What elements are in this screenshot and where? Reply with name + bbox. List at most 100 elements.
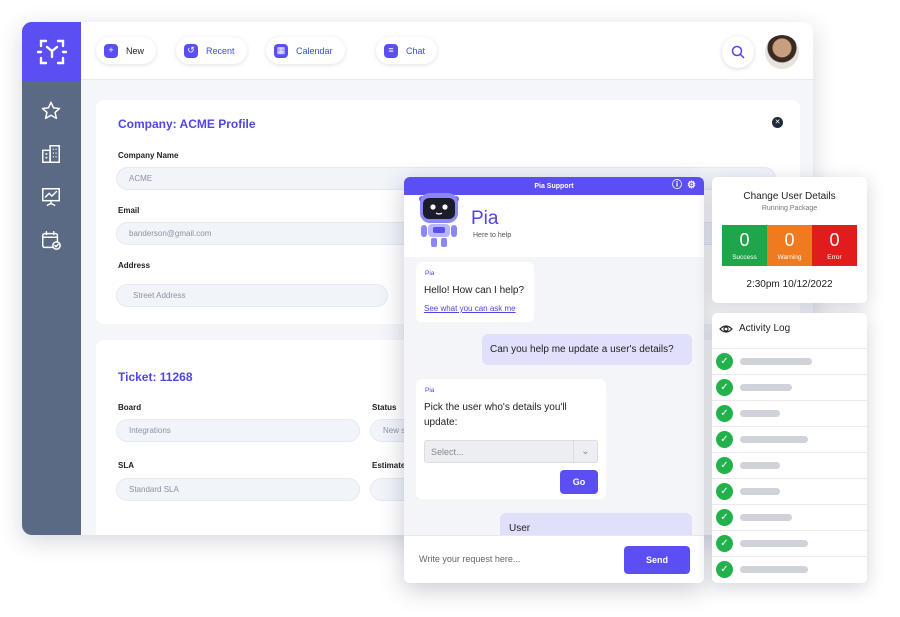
log-entry-placeholder xyxy=(740,488,780,495)
activity-log-row[interactable]: ✓ xyxy=(712,348,867,374)
stage: + New ↺ Recent ▦ Calendar ≡ Chat Company… xyxy=(0,0,900,617)
ticket-title: Ticket: 11268 xyxy=(118,370,193,384)
go-button[interactable]: Go xyxy=(560,470,598,494)
buildings-icon[interactable] xyxy=(40,143,62,165)
activity-log-row[interactable]: ✓ xyxy=(712,426,867,452)
log-entry-placeholder xyxy=(740,514,792,521)
chat-label: Chat xyxy=(406,45,426,56)
logo[interactable] xyxy=(22,22,81,81)
bot-subtitle: Here to help xyxy=(473,232,512,239)
recent-button[interactable]: ↺ Recent xyxy=(176,37,247,64)
send-button[interactable]: Send xyxy=(624,546,690,574)
sla-label: SLA xyxy=(118,461,134,470)
chevron-down-icon: ⌄ xyxy=(573,441,597,462)
bot-message: Pia Hello! How can I help? See what you … xyxy=(416,262,534,322)
star-icon[interactable] xyxy=(40,100,62,122)
activity-log-row[interactable]: ✓ xyxy=(712,530,867,556)
activity-log-row[interactable]: ✓ xyxy=(712,478,867,504)
error-count: 0 xyxy=(829,230,840,250)
calendar-button[interactable]: ▦ Calendar xyxy=(266,37,345,64)
check-icon: ✓ xyxy=(716,561,733,578)
help-link[interactable]: See what you can ask me xyxy=(424,304,516,313)
board-field[interactable]: Integrations xyxy=(116,419,360,442)
history-icon: ↺ xyxy=(184,43,198,58)
board-label: Board xyxy=(118,403,142,412)
company-name-label: Company Name xyxy=(118,151,179,160)
address-label: Address xyxy=(118,261,151,270)
success-label: Success xyxy=(732,254,757,261)
message-text: Can you help me update a user's details? xyxy=(490,344,674,355)
calendar-label: Calendar xyxy=(296,45,333,56)
estimate-label: Estimate xyxy=(372,461,406,470)
search-button[interactable] xyxy=(722,36,754,68)
activity-log-row[interactable]: ✓ xyxy=(712,504,867,530)
check-icon: ✓ xyxy=(716,353,733,370)
eye-icon xyxy=(719,324,733,333)
status-title: Change User Details xyxy=(743,191,836,202)
activity-log: Activity Log ✓ ✓ ✓ ✓ ✓ ✓ ✓ ✓ ✓ xyxy=(712,313,867,583)
calendar-icon: ▦ xyxy=(274,43,288,58)
message-sender: Pia xyxy=(425,270,435,277)
log-entry-placeholder xyxy=(740,566,808,573)
status-label: Status xyxy=(372,403,397,412)
log-entry-placeholder xyxy=(740,410,780,417)
close-icon[interactable]: ✕ xyxy=(772,117,783,128)
user-message: Can you help me update a user's details? xyxy=(482,334,692,365)
message-text: Hello! How can I help? xyxy=(424,285,525,296)
log-entry-placeholder xyxy=(740,436,808,443)
success-metric: 0 Success xyxy=(722,225,767,266)
message-text: User xyxy=(509,523,531,534)
log-entry-placeholder xyxy=(740,540,808,547)
activity-log-header: Activity Log xyxy=(719,323,790,334)
new-button[interactable]: + New xyxy=(96,37,157,64)
top-toolbar: + New ↺ Recent ▦ Calendar ≡ Chat xyxy=(81,22,813,80)
search-icon xyxy=(731,45,745,59)
check-icon: ✓ xyxy=(716,431,733,448)
new-label: New xyxy=(126,45,145,56)
log-entry-placeholder xyxy=(740,358,812,365)
check-icon: ✓ xyxy=(716,379,733,396)
plus-icon: + xyxy=(104,43,118,58)
activity-log-row[interactable]: ✓ xyxy=(712,374,867,400)
info-icon[interactable]: ⓘ xyxy=(672,180,682,192)
status-card: Change User Details Running Package 0 Su… xyxy=(712,177,867,303)
logo-icon xyxy=(36,39,67,64)
activity-log-row[interactable]: ✓ xyxy=(712,400,867,426)
select-placeholder: Select... xyxy=(431,446,464,457)
chat-button[interactable]: ≡ Chat xyxy=(376,37,438,64)
message-sender: Pia xyxy=(425,387,435,394)
log-entry-placeholder xyxy=(740,462,780,469)
bot-message: Pia Pick the user who's details you'll u… xyxy=(416,379,606,499)
chat-icon: ≡ xyxy=(384,43,398,58)
address-field[interactable]: Street Address xyxy=(116,284,388,307)
chat-header-title: Pia Support xyxy=(534,182,574,190)
warning-metric: 0 Warning xyxy=(767,225,812,266)
check-icon: ✓ xyxy=(716,405,733,422)
recent-label: Recent xyxy=(206,45,235,56)
check-icon: ✓ xyxy=(716,483,733,500)
check-icon: ✓ xyxy=(716,457,733,474)
avatar[interactable] xyxy=(765,35,799,69)
robot-avatar-icon xyxy=(419,193,459,247)
chat-composer: Write your request here... Send xyxy=(404,535,704,583)
check-icon: ✓ xyxy=(716,535,733,552)
error-label: Error xyxy=(827,254,842,261)
calendar-check-icon[interactable] xyxy=(40,229,62,251)
presentation-chart-icon[interactable] xyxy=(40,186,62,208)
activity-log-row[interactable]: ✓ xyxy=(712,556,867,582)
warning-label: Warning xyxy=(777,254,802,261)
check-icon: ✓ xyxy=(716,509,733,526)
error-metric: 0 Error xyxy=(812,225,857,266)
status-subtitle: Running Package xyxy=(761,205,818,212)
warning-count: 0 xyxy=(784,230,795,250)
user-select[interactable]: Select... ⌄ xyxy=(424,440,598,463)
success-count: 0 xyxy=(739,230,750,250)
sla-field[interactable]: Standard SLA xyxy=(116,478,360,501)
bot-name: Pia xyxy=(471,208,499,229)
sidebar xyxy=(22,22,81,535)
chat-input[interactable]: Write your request here... xyxy=(419,554,520,564)
email-label: Email xyxy=(118,206,140,215)
activity-log-row[interactable]: ✓ xyxy=(712,452,867,478)
chat-window: Pia Support ⓘ ⚙ Pia Here to help Pia Hel… xyxy=(404,177,704,583)
gear-icon[interactable]: ⚙ xyxy=(687,180,696,192)
